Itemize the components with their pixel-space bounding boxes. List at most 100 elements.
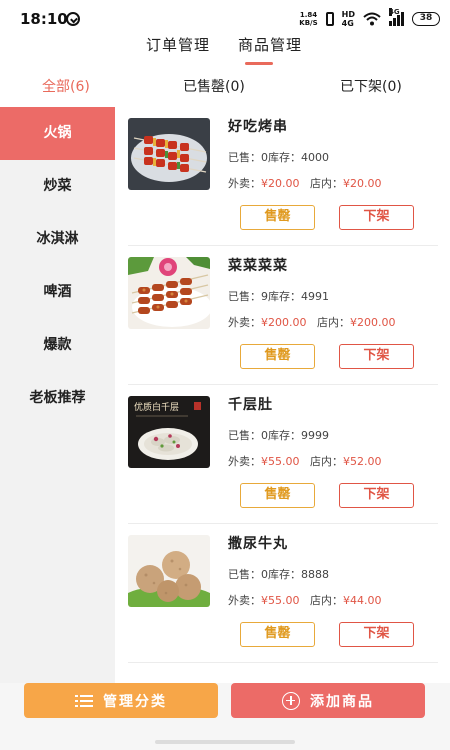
status-icons: 1.84 KB/S HD 4G 4G 38 — [299, 8, 440, 29]
takeout-price: ¥20.00 — [261, 177, 300, 190]
divider — [128, 662, 438, 663]
skewers-photo — [128, 118, 210, 190]
net-speed: 1.84 KB/S — [299, 11, 317, 27]
dinein-label: 店内： — [310, 594, 343, 607]
sidebar-item-hot-items[interactable]: 爆款 — [0, 319, 115, 372]
manage-category-button[interactable]: 管理分类 — [24, 683, 218, 718]
sidebar-item-hotpot[interactable]: 火锅 — [0, 107, 115, 160]
carrier-line2: 4G — [341, 19, 354, 28]
stock-label: 库存： — [268, 151, 301, 164]
tripe-photo: 优质白千层 — [128, 396, 210, 468]
plus-circle-icon — [282, 691, 300, 710]
takeout-label: 外卖： — [228, 177, 261, 190]
carrier-label: HD 4G — [342, 10, 355, 28]
product-list: 好吃烤串 已售：0库存：4000 外卖：¥20.00 店内：¥20.00 售罄 … — [115, 107, 450, 695]
sidebar-item-ice-cream[interactable]: 冰淇淋 — [0, 213, 115, 266]
off-shelf-button[interactable]: 下架 — [339, 205, 414, 230]
sidebar-item-beer[interactable]: 啤酒 — [0, 266, 115, 319]
active-tab-indicator — [245, 62, 273, 65]
vibrate-icon — [325, 12, 334, 26]
tab-product-management[interactable]: 商品管理 — [238, 34, 302, 55]
filter-tab-all[interactable]: 全部(6) — [42, 76, 90, 96]
dinein-price: ¥20.00 — [343, 177, 382, 190]
net-speed-unit: KB/S — [299, 19, 318, 27]
filter-tab-off-shelf[interactable]: 已下架(0) — [340, 76, 402, 96]
product-name: 千层肚 — [228, 397, 273, 413]
battery-indicator: 38 — [412, 12, 440, 26]
category-sidebar: 火锅 炒菜 冰淇淋 啤酒 爆款 老板推荐 — [0, 107, 115, 695]
tab-order-management[interactable]: 订单管理 — [146, 34, 210, 55]
product-name: 撒尿牛丸 — [228, 536, 288, 552]
sidebar-item-boss-recommend[interactable]: 老板推荐 — [0, 372, 115, 425]
alarm-icon — [66, 12, 80, 26]
takeout-price: ¥55.00 — [261, 594, 300, 607]
sidebar-item-stir-fry[interactable]: 炒菜 — [0, 160, 115, 213]
home-indicator — [155, 740, 295, 744]
dinein-price: ¥44.00 — [343, 594, 382, 607]
takeout-label: 外卖： — [228, 455, 261, 468]
stock-label: 库存： — [268, 568, 301, 581]
product-card: 菜菜菜菜 已售：9库存：4991 外卖：¥200.00 店内：¥200.00 售… — [115, 246, 450, 385]
product-price-line: 外卖：¥55.00 店内：¥52.00 — [228, 453, 382, 469]
stock-count: 4000 — [301, 151, 329, 164]
off-shelf-button[interactable]: 下架 — [339, 483, 414, 508]
takeout-price: ¥200.00 — [261, 316, 307, 329]
add-product-button[interactable]: 添加商品 — [231, 683, 425, 718]
product-card: 优质白千层 千层肚 已售：0库存：9999 外卖：¥55.00 店内：¥52.0… — [115, 385, 450, 524]
sold-out-button[interactable]: 售罄 — [240, 483, 315, 508]
dinein-price: ¥52.00 — [343, 455, 382, 468]
sold-count: 9 — [261, 290, 268, 303]
carrier-line1: HD — [341, 10, 355, 19]
add-product-label: 添加商品 — [310, 693, 374, 710]
off-shelf-button[interactable]: 下架 — [339, 344, 414, 369]
tripe-photo-text: 优质白千层 — [134, 401, 179, 413]
manage-category-label: 管理分类 — [103, 693, 167, 710]
filter-tabs: 全部(6) 已售罄(0) 已下架(0) — [0, 70, 450, 104]
dinein-label: 店内： — [310, 177, 343, 190]
sold-out-button[interactable]: 售罄 — [240, 344, 315, 369]
product-card: 撒尿牛丸 已售：0库存：8888 外卖：¥55.00 店内：¥44.00 售罄 … — [115, 524, 450, 663]
wifi-icon — [363, 12, 381, 26]
dinein-price: ¥200.00 — [350, 316, 396, 329]
stock-label: 库存： — [268, 290, 301, 303]
dinein-label: 店内： — [310, 455, 343, 468]
stock-label: 库存： — [268, 429, 301, 442]
stock-count: 4991 — [301, 290, 329, 303]
filter-tab-sold-out[interactable]: 已售罄(0) — [183, 76, 245, 96]
beef-balls-photo — [128, 535, 210, 607]
sold-count: 0 — [261, 151, 268, 164]
top-tabs: 订单管理 商品管理 — [0, 34, 450, 66]
product-stock-line: 已售：0库存：9999 — [228, 427, 329, 443]
off-shelf-button[interactable]: 下架 — [339, 622, 414, 647]
status-bar: 18:10 1.84 KB/S HD 4G 4G 38 — [0, 0, 450, 38]
status-time: 18:10 — [20, 10, 68, 28]
sold-label: 已售： — [228, 429, 261, 442]
product-stock-line: 已售：9库存：4991 — [228, 288, 329, 304]
stock-count: 9999 — [301, 429, 329, 442]
sold-out-button[interactable]: 售罄 — [240, 622, 315, 647]
signal-icon: 4G — [389, 8, 404, 26]
sold-label: 已售： — [228, 151, 261, 164]
grilled-meat-photo — [128, 257, 210, 329]
product-price-line: 外卖：¥200.00 店内：¥200.00 — [228, 314, 396, 330]
net-speed-value: 1.84 — [299, 11, 318, 19]
dinein-label: 店内： — [317, 316, 350, 329]
product-stock-line: 已售：0库存：8888 — [228, 566, 329, 582]
product-name: 菜菜菜菜 — [228, 258, 288, 274]
product-stock-line: 已售：0库存：4000 — [228, 149, 329, 165]
sold-out-button[interactable]: 售罄 — [240, 205, 315, 230]
sold-label: 已售： — [228, 290, 261, 303]
product-price-line: 外卖：¥20.00 店内：¥20.00 — [228, 175, 382, 191]
list-icon — [75, 694, 93, 708]
sold-count: 0 — [261, 429, 268, 442]
takeout-label: 外卖： — [228, 316, 261, 329]
sold-count: 0 — [261, 568, 268, 581]
takeout-label: 外卖： — [228, 594, 261, 607]
signal-tag: 4G — [389, 8, 400, 16]
sold-label: 已售： — [228, 568, 261, 581]
product-card: 好吃烤串 已售：0库存：4000 外卖：¥20.00 店内：¥20.00 售罄 … — [115, 107, 450, 246]
product-name: 好吃烤串 — [228, 119, 288, 135]
takeout-price: ¥55.00 — [261, 455, 300, 468]
product-price-line: 外卖：¥55.00 店内：¥44.00 — [228, 592, 382, 608]
stock-count: 8888 — [301, 568, 329, 581]
